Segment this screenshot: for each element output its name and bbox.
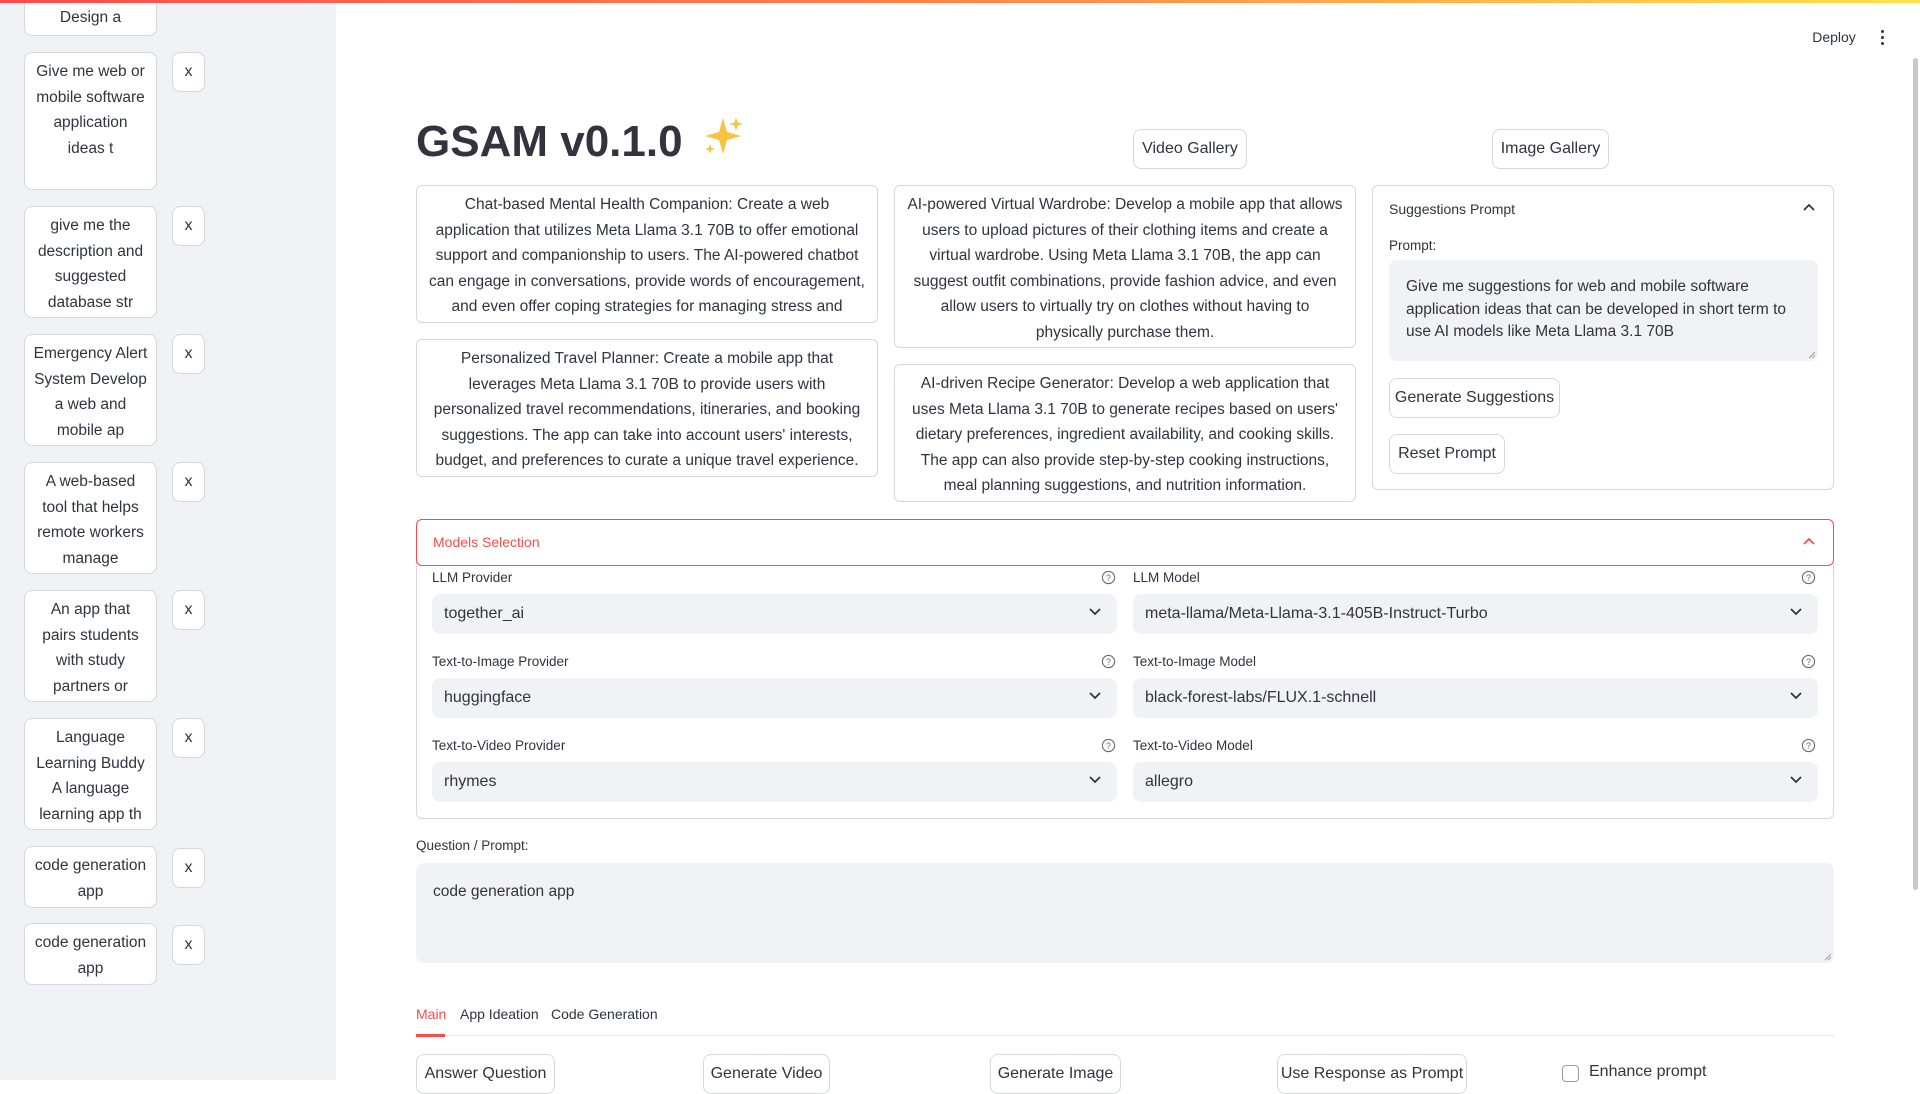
top-decoration-bar: [0, 0, 1920, 3]
t2v-model-select[interactable]: allegro: [1133, 762, 1818, 802]
generate-video-button[interactable]: Generate Video: [703, 1054, 830, 1094]
help-icon[interactable]: ?: [1101, 654, 1116, 669]
t2v-model-label: Text-to-Video Model: [1133, 738, 1253, 753]
enhance-prompt-label: Enhance prompt: [1589, 1063, 1707, 1080]
suggestion-card[interactable]: Personalized Travel Planner: Create a mo…: [416, 339, 878, 477]
remove-history-button[interactable]: x: [172, 334, 205, 374]
resize-grip-icon[interactable]: [1808, 351, 1816, 359]
sidebar: Design a Give me web or mobile software …: [0, 0, 336, 1080]
svg-text:?: ?: [1106, 657, 1111, 667]
t2v-provider-select[interactable]: rhymes: [432, 762, 1117, 802]
t2i-model-select[interactable]: black-forest-labs/FLUX.1-schnell: [1133, 678, 1818, 718]
t2i-provider-label: Text-to-Image Provider: [432, 654, 569, 669]
svg-text:?: ?: [1806, 741, 1811, 751]
t2i-model-label: Text-to-Image Model: [1133, 654, 1257, 669]
remove-history-button[interactable]: x: [172, 848, 205, 888]
question-text: code generation app: [433, 883, 575, 900]
svg-text:?: ?: [1806, 573, 1811, 583]
history-button[interactable]: Give me web or mobile software applicati…: [24, 52, 157, 190]
suggestions-prompt-title: Suggestions Prompt: [1389, 201, 1516, 217]
t2i-provider-select[interactable]: huggingface: [432, 678, 1117, 718]
history-button[interactable]: code generation app: [24, 923, 157, 985]
chevron-down-icon: [1790, 692, 1802, 700]
help-icon[interactable]: ?: [1801, 570, 1816, 585]
help-icon[interactable]: ?: [1801, 738, 1816, 753]
chevron-down-icon: [1790, 776, 1802, 784]
chevron-down-icon: [1790, 608, 1802, 616]
models-selection-header[interactable]: Models Selection: [416, 519, 1834, 566]
use-response-as-prompt-button[interactable]: Use Response as Prompt: [1277, 1054, 1467, 1094]
remove-history-button[interactable]: x: [172, 462, 205, 502]
history-button[interactable]: An app that pairs students with study pa…: [24, 590, 157, 702]
tab-divider: [416, 1035, 1834, 1036]
suggestion-card[interactable]: AI-powered Virtual Wardrobe: Develop a m…: [894, 185, 1356, 348]
main-scrollbar[interactable]: [1913, 58, 1918, 890]
remove-history-button[interactable]: x: [172, 718, 205, 758]
chevron-down-icon: [1089, 608, 1101, 616]
chevron-up-icon: [1803, 537, 1815, 545]
history-button[interactable]: give me the description and suggested da…: [24, 206, 157, 318]
suggestions-prompt-text: Give me suggestions for web and mobile s…: [1406, 278, 1786, 340]
llm-model-select[interactable]: meta-llama/Meta-Llama-3.1-405B-Instruct-…: [1133, 594, 1818, 634]
chevron-down-icon: [1089, 776, 1101, 784]
history-button[interactable]: Design a: [24, 0, 157, 36]
generate-suggestions-button[interactable]: Generate Suggestions: [1389, 378, 1560, 418]
t2v-model-value: allegro: [1145, 773, 1194, 790]
tab-app-ideation[interactable]: App Ideation: [460, 1006, 539, 1034]
t2i-provider-value: huggingface: [444, 689, 532, 706]
t2v-provider-value: rhymes: [444, 773, 497, 790]
llm-provider-label: LLM Provider: [432, 570, 513, 585]
remove-history-button[interactable]: x: [172, 52, 205, 92]
enhance-prompt-checkbox[interactable]: [1562, 1065, 1579, 1082]
remove-history-button[interactable]: x: [172, 590, 205, 630]
t2v-provider-label: Text-to-Video Provider: [432, 738, 566, 753]
llm-model-value: meta-llama/Meta-Llama-3.1-405B-Instruct-…: [1145, 605, 1488, 622]
chevron-up-icon: [1803, 203, 1815, 211]
question-label: Question / Prompt:: [416, 838, 529, 853]
deploy-button[interactable]: Deploy: [1800, 24, 1868, 50]
history-button[interactable]: Emergency Alert System Develop a web and…: [24, 334, 157, 446]
svg-text:?: ?: [1806, 657, 1811, 667]
history-button[interactable]: A web-based tool that helps remote worke…: [24, 462, 157, 574]
tab-main[interactable]: Main: [416, 1006, 446, 1034]
generate-image-button[interactable]: Generate Image: [990, 1054, 1121, 1094]
prompt-label: Prompt:: [1389, 238, 1437, 253]
models-selection-title: Models Selection: [433, 534, 540, 550]
history-button[interactable]: code generation app: [24, 846, 157, 908]
llm-provider-value: together_ai: [444, 605, 525, 622]
image-gallery-button[interactable]: Image Gallery: [1492, 129, 1609, 169]
suggestions-prompt-expander: Suggestions Prompt Prompt: Give me sugge…: [1372, 185, 1834, 490]
sparkles-icon: [701, 114, 745, 174]
page-title: GSAM v0.1.0: [416, 112, 745, 172]
t2i-model-value: black-forest-labs/FLUX.1-schnell: [1145, 689, 1377, 706]
llm-model-label: LLM Model: [1133, 570, 1200, 585]
help-icon[interactable]: ?: [1801, 654, 1816, 669]
resize-grip-icon[interactable]: [1824, 953, 1832, 961]
tab-code-generation[interactable]: Code Generation: [551, 1006, 658, 1034]
svg-text:?: ?: [1106, 573, 1111, 583]
llm-provider-select[interactable]: together_ai: [432, 594, 1117, 634]
history-button[interactable]: Language Learning Buddy A language learn…: [24, 718, 157, 830]
suggestions-prompt-input[interactable]: Give me suggestions for web and mobile s…: [1389, 260, 1818, 361]
help-icon[interactable]: ?: [1101, 738, 1116, 753]
remove-history-button[interactable]: x: [172, 206, 205, 246]
svg-text:?: ?: [1106, 741, 1111, 751]
video-gallery-button[interactable]: Video Gallery: [1133, 129, 1247, 169]
question-input[interactable]: code generation app: [416, 863, 1834, 963]
reset-prompt-button[interactable]: Reset Prompt: [1389, 434, 1505, 474]
page-title-text: GSAM v0.1.0: [416, 117, 683, 166]
suggestion-card[interactable]: AI-driven Recipe Generator: Develop a we…: [894, 364, 1356, 502]
suggestions-prompt-header[interactable]: Suggestions Prompt: [1373, 186, 1833, 232]
remove-history-button[interactable]: x: [172, 925, 205, 965]
chevron-down-icon: [1089, 692, 1101, 700]
help-icon[interactable]: ?: [1101, 570, 1116, 585]
suggestion-card[interactable]: Chat-based Mental Health Companion: Crea…: [416, 185, 878, 323]
kebab-menu-icon[interactable]: [1872, 24, 1892, 50]
active-tab-indicator: [416, 1034, 445, 1037]
answer-question-button[interactable]: Answer Question: [416, 1054, 555, 1094]
